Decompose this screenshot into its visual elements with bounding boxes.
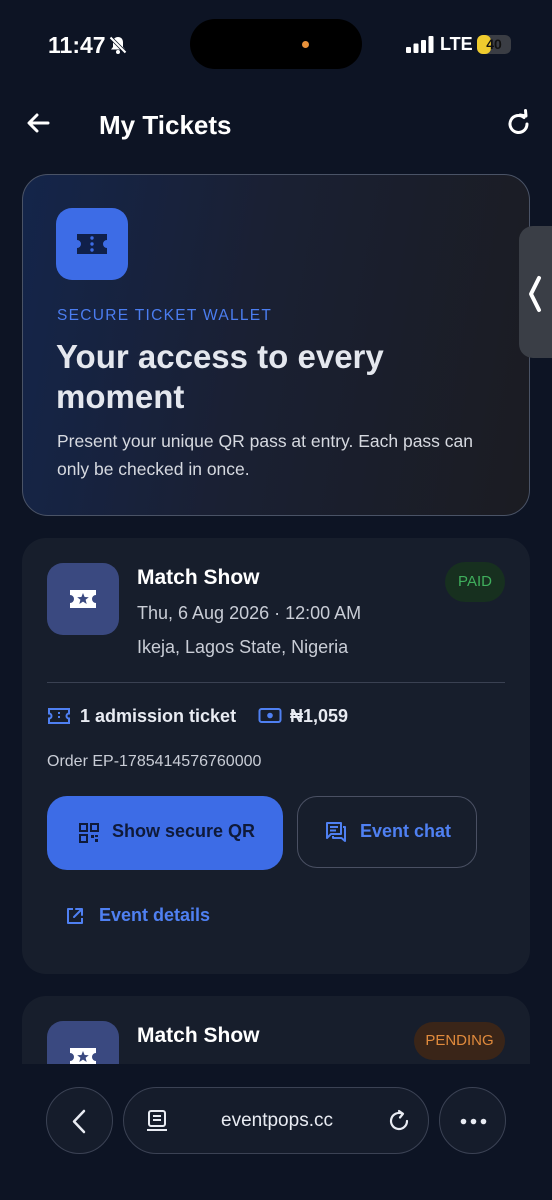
scroll-clip: Match Show PENDING (0, 0, 552, 1064)
more-options-button[interactable] (439, 1087, 506, 1154)
chevron-left-icon (72, 1109, 86, 1134)
ticket-star-icon (47, 1021, 119, 1064)
reload-icon[interactable] (386, 1108, 412, 1134)
url-text: eventpops.cc (221, 1110, 333, 1131)
address-bar[interactable]: eventpops.cc (123, 1087, 429, 1154)
ticket-card: Match Show PENDING (22, 996, 530, 1064)
more-dots-icon (460, 1118, 487, 1125)
browser-back-button[interactable] (46, 1087, 113, 1154)
status-badge-pending: PENDING (414, 1022, 505, 1060)
ticket-event-title: Match Show (137, 1024, 260, 1047)
